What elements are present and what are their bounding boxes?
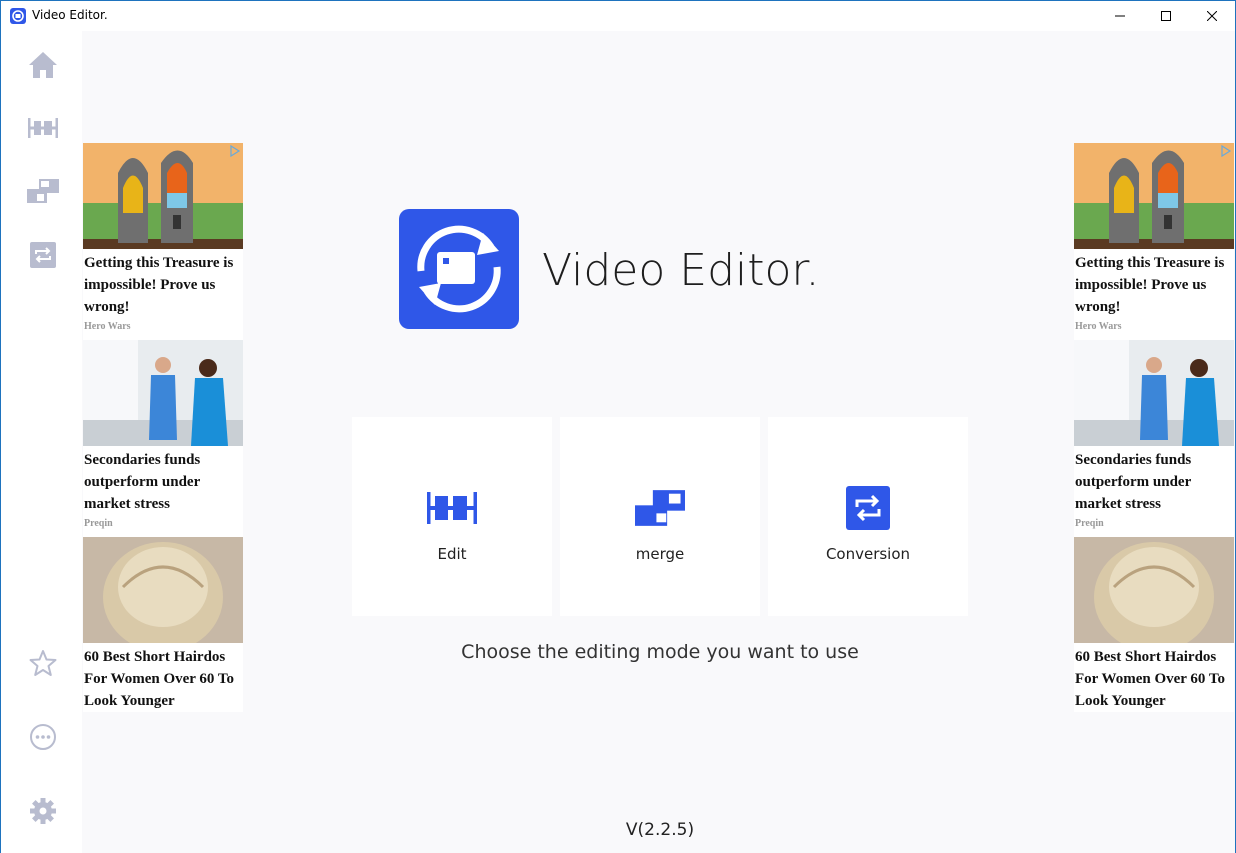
ad-item[interactable]: Getting this Treasure is impossible! Pro… [1074,143,1234,340]
app-title: Video Editor. [542,245,820,296]
ad-image[interactable] [1074,340,1234,446]
ad-item[interactable]: 60 Best Short Hairdos For Women Over 60 … [1074,537,1234,712]
ad-source[interactable]: Hero Wars [1074,318,1234,340]
ad-image[interactable] [83,340,243,446]
sidebar-item-favorites[interactable] [26,646,60,680]
settings-icon [30,798,56,824]
app-icon [10,8,26,24]
window-title: Video Editor. [32,8,108,22]
ad-item[interactable]: Secondaries funds outperform under marke… [83,340,243,537]
conversion-icon [30,242,56,268]
sidebar-item-edit[interactable] [26,111,60,145]
star-icon [29,650,57,676]
mode-hint-text: Choose the editing mode you want to use [461,641,859,663]
ad-item[interactable]: Getting this Treasure is impossible! Pro… [83,143,243,340]
ad-choices-icon[interactable] [229,145,241,157]
app-window: Video Editor. Getting this Treasure is i… [0,0,1236,853]
ad-image[interactable] [1074,143,1234,249]
edit-icon [427,483,477,533]
home-icon [29,52,57,78]
ad-image[interactable] [83,143,243,249]
mode-label: Conversion [825,545,911,563]
ad-title[interactable]: Secondaries funds outperform under marke… [1074,446,1234,515]
close-button[interactable] [1189,1,1235,31]
ad-image[interactable] [83,537,243,643]
mode-label: Edit [437,545,467,563]
ad-title[interactable]: 60 Best Short Hairdos For Women Over 60 … [83,643,243,712]
ad-source[interactable]: Hero Wars [83,318,243,340]
app-logo [399,209,519,329]
ad-title[interactable]: Getting this Treasure is impossible! Pro… [1074,249,1234,318]
title-bar: Video Editor. [1,1,1235,31]
more-icon [30,724,56,750]
mode-card-conversion[interactable]: Conversion [768,417,968,616]
merge-icon [27,179,59,203]
ad-column-left: Getting this Treasure is impossible! Pro… [83,143,243,712]
ad-column-right: Getting this Treasure is impossible! Pro… [1074,143,1234,712]
edit-icon [28,118,58,138]
minimize-button[interactable] [1097,1,1143,31]
maximize-button[interactable] [1143,1,1189,31]
ad-source[interactable]: Preqin [83,515,243,537]
close-icon [1207,11,1217,21]
ad-title[interactable]: 60 Best Short Hairdos For Women Over 60 … [1074,643,1234,712]
sidebar-item-merge[interactable] [26,174,60,208]
sidebar-item-settings[interactable] [26,794,60,828]
version-label: V(2.2.5) [625,820,695,840]
sidebar [1,31,82,853]
mode-label: merge [635,545,685,563]
minimize-icon [1115,15,1125,17]
maximize-icon [1161,11,1171,21]
ad-item[interactable]: 60 Best Short Hairdos For Women Over 60 … [83,537,243,712]
merge-icon [635,483,685,533]
ad-image[interactable] [1074,537,1234,643]
conversion-icon [843,483,893,533]
ad-item[interactable]: Secondaries funds outperform under marke… [1074,340,1234,537]
sidebar-item-home[interactable] [26,48,60,82]
ad-title[interactable]: Secondaries funds outperform under marke… [83,446,243,515]
ad-choices-icon[interactable] [1220,145,1232,157]
video-convert-logo-icon [417,225,501,313]
ad-source[interactable]: Preqin [1074,515,1234,537]
sidebar-item-conversion[interactable] [26,238,60,272]
mode-card-merge[interactable]: merge [560,417,760,616]
ad-title[interactable]: Getting this Treasure is impossible! Pro… [83,249,243,318]
mode-card-edit[interactable]: Edit [352,417,552,616]
sidebar-item-more[interactable] [26,720,60,754]
main-content: Getting this Treasure is impossible! Pro… [82,31,1235,853]
